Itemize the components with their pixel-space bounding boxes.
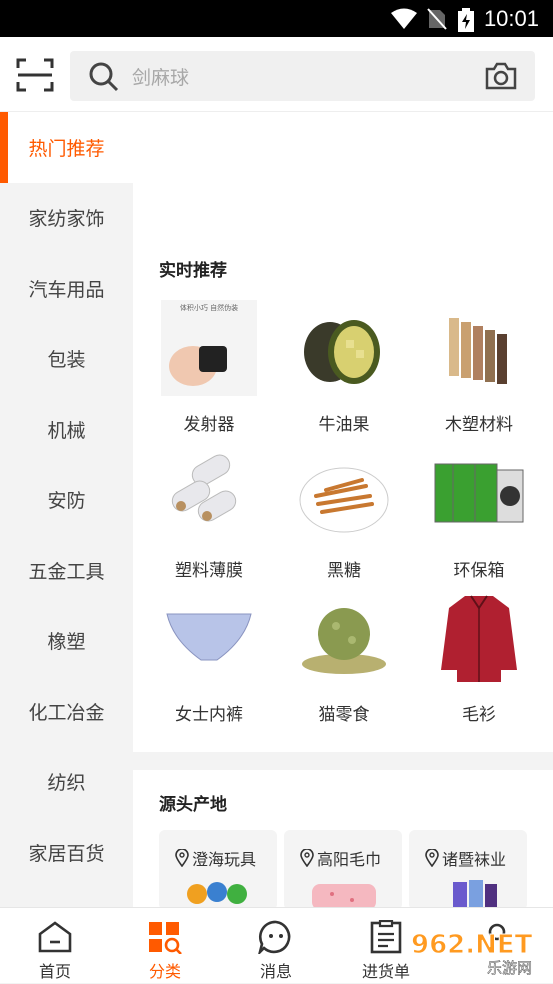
origin-card-chenghai[interactable]: 澄海玩具 <box>159 830 277 910</box>
realtime-title: 实时推荐 <box>159 261 227 281</box>
origin-card-zhuji[interactable]: 诸暨袜业 <box>409 830 527 910</box>
product-label: 牛油果 <box>318 415 370 435</box>
shirt-image <box>431 590 527 686</box>
search-icon <box>89 62 119 92</box>
order-list-icon <box>370 919 402 954</box>
search-placeholder: 剑麻球 <box>132 67 190 89</box>
toy-image <box>187 882 247 904</box>
product-avocado[interactable]: 牛油果 <box>274 300 414 435</box>
product-label: 黑糖 <box>327 561 361 581</box>
category-sidebar: 热门推荐 家纺家饰 汽车用品 包装 机械 安防 五金工具 橡塑 化工冶金 纺织 … <box>0 112 133 907</box>
product-label: 发射器 <box>183 415 235 435</box>
clock: 10:01 <box>483 6 539 31</box>
sidebar-item-hardware[interactable]: 五金工具 <box>0 535 133 606</box>
product-cat-treat[interactable]: 猫零食 <box>274 590 414 725</box>
product-label: 猫零食 <box>318 705 370 725</box>
tab-home[interactable]: 首页 <box>0 908 110 984</box>
tab-messages[interactable]: 消息 <box>221 908 331 984</box>
watermark-logo: 962.NET 乐游网 <box>411 930 534 978</box>
origin-title: 源头产地 <box>159 795 227 815</box>
top-bar: 剑麻球 <box>0 37 553 112</box>
product-label: 塑料薄膜 <box>175 561 243 581</box>
camera-icon[interactable] <box>485 62 517 90</box>
eco-box-image <box>431 446 527 542</box>
origin-card-gaoyang[interactable]: 高阳毛巾 <box>284 830 402 910</box>
sidebar-item-packaging[interactable]: 包装 <box>0 324 133 395</box>
location-icon <box>425 849 439 867</box>
sidebar-item-hot[interactable]: 热门推荐 <box>0 112 133 183</box>
sidebar-item-household[interactable]: 家居百货 <box>0 817 133 888</box>
avocado-image <box>296 300 392 396</box>
sidebar-item-textile[interactable]: 纺织 <box>0 747 133 818</box>
product-label: 女士内裤 <box>175 705 243 725</box>
product-brown-sugar[interactable]: 黑糖 <box>274 446 414 581</box>
towel-image <box>312 884 376 910</box>
transmitter-image: 体积小巧 自然伪装 <box>161 300 257 396</box>
product-underwear[interactable]: 女士内裤 <box>139 590 279 725</box>
sidebar-item-auto[interactable]: 汽车用品 <box>0 253 133 324</box>
socks-image <box>453 880 497 910</box>
sidebar-item-machinery[interactable]: 机械 <box>0 394 133 465</box>
home-icon <box>38 921 72 953</box>
wood-plastic-image <box>431 300 527 396</box>
product-plastic-film[interactable]: 塑料薄膜 <box>139 446 279 581</box>
product-label: 环保箱 <box>453 561 505 581</box>
product-shirt[interactable]: 毛衫 <box>409 590 549 725</box>
sidebar-item-home-textile[interactable]: 家纺家饰 <box>0 183 133 254</box>
plastic-film-image <box>161 446 257 542</box>
scan-icon[interactable] <box>16 58 54 92</box>
brown-sugar-image <box>296 446 392 542</box>
sidebar-item-rubber-plastic[interactable]: 橡塑 <box>0 606 133 677</box>
location-icon <box>300 849 314 867</box>
sidebar-item-chemical[interactable]: 化工冶金 <box>0 676 133 747</box>
sidebar-item-security[interactable]: 安防 <box>0 465 133 536</box>
svg-text:体积小巧 自然伪装: 体积小巧 自然伪装 <box>180 303 238 312</box>
svg-text:乐游网: 乐游网 <box>487 959 532 977</box>
cat-treat-image <box>296 590 392 686</box>
underwear-image <box>161 590 257 686</box>
svg-text:962.NET: 962.NET <box>411 930 533 960</box>
product-wood-plastic[interactable]: 木塑材料 <box>409 300 549 435</box>
bottom-tab-bar: 首页 分类 消息 进货单 962.NET 乐游网 <box>0 907 553 983</box>
status-bar: 10:01 <box>0 0 553 37</box>
realtime-panel: 实时推荐 体积小巧 自然伪装 发射器 牛油果 木塑材料 塑料薄膜 黑糖 环保箱 … <box>133 112 553 752</box>
search-box[interactable]: 剑麻球 <box>70 51 535 101</box>
battery-icon <box>458 8 474 32</box>
no-sim-icon <box>427 8 447 30</box>
product-label: 木塑材料 <box>445 415 513 435</box>
wifi-icon <box>391 8 417 29</box>
product-transmitter[interactable]: 体积小巧 自然伪装 发射器 <box>139 300 279 435</box>
category-icon <box>149 922 182 955</box>
tab-category[interactable]: 分类 <box>110 908 220 984</box>
location-icon <box>175 849 189 867</box>
origin-panel: 源头产地 澄海玩具 高阳毛巾 诸暨袜业 <box>133 770 553 910</box>
product-eco-box[interactable]: 环保箱 <box>409 446 549 581</box>
product-label: 毛衫 <box>462 705 496 725</box>
message-icon <box>257 920 291 957</box>
